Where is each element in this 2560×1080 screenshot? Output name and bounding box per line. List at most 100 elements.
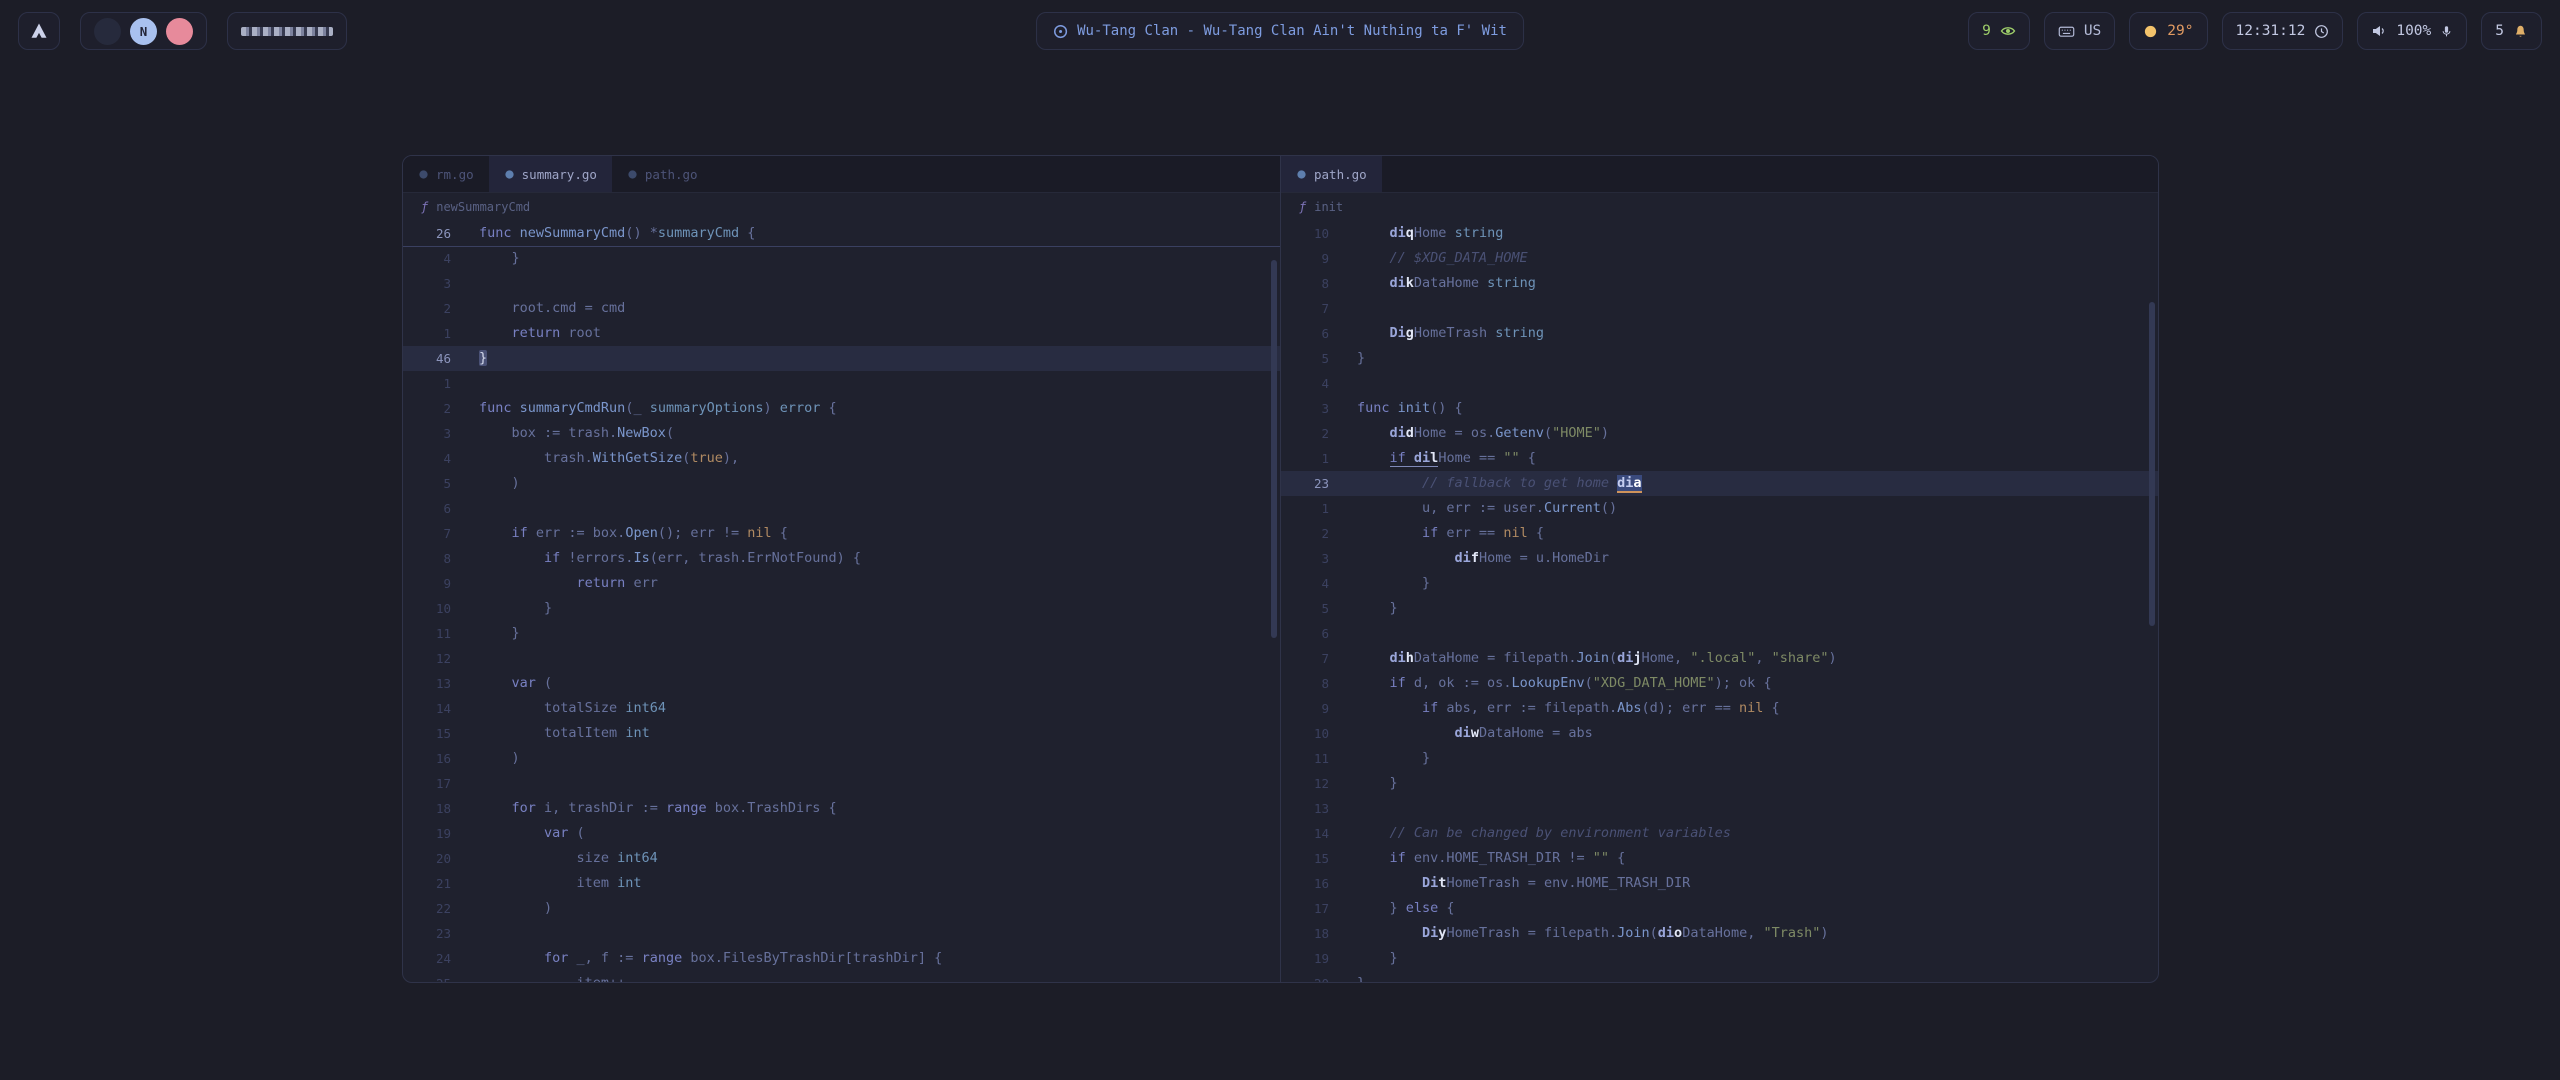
- code-line[interactable]: 4 }: [1281, 571, 2158, 596]
- music-disc-icon: [1053, 24, 1068, 39]
- weather-widget[interactable]: 29°: [2129, 12, 2207, 50]
- scrollbar[interactable]: [1271, 260, 1277, 638]
- code-line[interactable]: 7 dihDataHome = filepath.Join(dijHome, "…: [1281, 646, 2158, 671]
- code-text: box := trash.NewBox(: [479, 421, 674, 446]
- tab-summary.go[interactable]: summary.go: [489, 156, 612, 192]
- code-line[interactable]: 9 // $XDG_DATA_HOME: [1281, 246, 2158, 271]
- code-line[interactable]: 7 if err := box.Open(); err != nil {: [403, 521, 1280, 546]
- code-line[interactable]: 7: [1281, 296, 2158, 321]
- code-line[interactable]: 14 // Can be changed by environment vari…: [1281, 821, 2158, 846]
- code-line[interactable]: 8 dikDataHome string: [1281, 271, 2158, 296]
- code-line[interactable]: 1 return root: [403, 321, 1280, 346]
- code-line[interactable]: 2func summaryCmdRun(_ summaryOptions) er…: [403, 396, 1280, 421]
- code-line[interactable]: 2 if err == nil {: [1281, 521, 2158, 546]
- now-playing-widget[interactable]: Wu-Tang Clan - Wu-Tang Clan Ain't Nuthin…: [1036, 12, 1524, 50]
- code-line[interactable]: 22 ): [403, 896, 1280, 921]
- code-text: if !errors.Is(err, trash.ErrNotFound) {: [479, 546, 861, 571]
- window-title-widget[interactable]: [227, 12, 347, 50]
- code-text: // fallback to get home dia: [1357, 471, 1642, 496]
- code-line[interactable]: 2 didHome = os.Getenv("HOME"): [1281, 421, 2158, 446]
- code-line[interactable]: 6: [1281, 621, 2158, 646]
- line-number: 11: [403, 621, 451, 646]
- line-number: 9: [1281, 696, 1329, 721]
- code-line[interactable]: 24 for _, f := range box.FilesByTrashDir…: [403, 946, 1280, 971]
- code-line[interactable]: 5 ): [403, 471, 1280, 496]
- code-line[interactable]: 5}: [1281, 346, 2158, 371]
- code-line[interactable]: 23: [403, 921, 1280, 946]
- code-line[interactable]: 1 u, err := user.Current(): [1281, 496, 2158, 521]
- line-number: 8: [1281, 271, 1329, 296]
- code-line[interactable]: 19 }: [1281, 946, 2158, 971]
- volume-widget[interactable]: 100%: [2357, 12, 2467, 50]
- code-area[interactable]: 26func newSummaryCmd() *summaryCmd {4 }3…: [403, 221, 1280, 982]
- workspace-indicator-2[interactable]: N: [130, 18, 157, 45]
- code-line[interactable]: 3 difHome = u.HomeDir: [1281, 546, 2158, 571]
- code-line[interactable]: 19 var (: [403, 821, 1280, 846]
- code-line[interactable]: 3func init() {: [1281, 396, 2158, 421]
- code-area[interactable]: 10 diqHome string9 // $XDG_DATA_HOME8 di…: [1281, 221, 2158, 982]
- tab-path.go[interactable]: path.go: [612, 156, 713, 192]
- code-line[interactable]: 20}: [1281, 971, 2158, 982]
- code-line[interactable]: 12: [403, 646, 1280, 671]
- code-line[interactable]: 25 item++: [403, 971, 1280, 982]
- breadcrumb: ƒ newSummaryCmd: [403, 193, 1280, 221]
- code-line[interactable]: 18 DiyHomeTrash = filepath.Join(dioDataH…: [1281, 921, 2158, 946]
- code-line[interactable]: 4 trash.WithGetSize(true),: [403, 446, 1280, 471]
- code-line[interactable]: 12 }: [1281, 771, 2158, 796]
- code-line[interactable]: 13 var (: [403, 671, 1280, 696]
- code-line[interactable]: 5 }: [1281, 596, 2158, 621]
- code-line[interactable]: 3: [403, 271, 1280, 296]
- code-line[interactable]: 6 DigHomeTrash string: [1281, 321, 2158, 346]
- code-line[interactable]: 21 item int: [403, 871, 1280, 896]
- code-line[interactable]: 3 box := trash.NewBox(: [403, 421, 1280, 446]
- code-line[interactable]: 13: [1281, 796, 2158, 821]
- line-number: 14: [403, 696, 451, 721]
- code-line[interactable]: 23 // fallback to get home dia: [1281, 471, 2158, 496]
- code-line[interactable]: 2 root.cmd = cmd: [403, 296, 1280, 321]
- code-line[interactable]: 17 } else {: [1281, 896, 2158, 921]
- line-number: 4: [403, 246, 451, 271]
- line-number: 5: [1281, 596, 1329, 621]
- code-line[interactable]: 10 }: [403, 596, 1280, 621]
- code-line[interactable]: 18 for i, trashDir := range box.TrashDir…: [403, 796, 1280, 821]
- line-number: 4: [1281, 371, 1329, 396]
- code-line[interactable]: 4 }: [403, 246, 1280, 271]
- top-bar: N Wu-Tang Clan - Wu-Tang Clan Ain't Nuth…: [0, 0, 2560, 64]
- code-line[interactable]: 11 }: [1281, 746, 2158, 771]
- code-line[interactable]: 17: [403, 771, 1280, 796]
- code-text: if abs, err := filepath.Abs(d); err == n…: [1357, 696, 1780, 721]
- line-number: 2: [1281, 421, 1329, 446]
- watcher-widget[interactable]: 9: [1968, 12, 2030, 50]
- scrollbar[interactable]: [2149, 302, 2155, 626]
- code-line[interactable]: 4: [1281, 371, 2158, 396]
- workspace-indicator-3[interactable]: [166, 18, 193, 45]
- code-line[interactable]: 16 DitHomeTrash = env.HOME_TRASH_DIR: [1281, 871, 2158, 896]
- code-line[interactable]: 1 if dilHome == "" {: [1281, 446, 2158, 471]
- code-line[interactable]: 9 return err: [403, 571, 1280, 596]
- microphone-icon: [2440, 24, 2453, 39]
- code-line[interactable]: 14 totalSize int64: [403, 696, 1280, 721]
- code-line[interactable]: 6: [403, 496, 1280, 521]
- tab-path.go[interactable]: path.go: [1281, 156, 1382, 192]
- keyboard-layout-widget[interactable]: US: [2044, 12, 2115, 50]
- code-line[interactable]: 10 diwDataHome = abs: [1281, 721, 2158, 746]
- tab-rm.go[interactable]: rm.go: [403, 156, 489, 192]
- code-line[interactable]: 8 if !errors.Is(err, trash.ErrNotFound) …: [403, 546, 1280, 571]
- code-line[interactable]: 9 if abs, err := filepath.Abs(d); err ==…: [1281, 696, 2158, 721]
- code-line[interactable]: 20 size int64: [403, 846, 1280, 871]
- code-line[interactable]: 8 if d, ok := os.LookupEnv("XDG_DATA_HOM…: [1281, 671, 2158, 696]
- clock-widget[interactable]: 12:31:12: [2222, 12, 2344, 50]
- code-line[interactable]: 15 if env.HOME_TRASH_DIR != "" {: [1281, 846, 2158, 871]
- code-line[interactable]: 16 ): [403, 746, 1280, 771]
- launcher-button[interactable]: [18, 12, 60, 50]
- code-line[interactable]: 15 totalItem int: [403, 721, 1280, 746]
- code-line[interactable]: 10 diqHome string: [1281, 221, 2158, 246]
- notifications-widget[interactable]: 5: [2481, 12, 2542, 50]
- code-line[interactable]: 1: [403, 371, 1280, 396]
- code-text: if d, ok := os.LookupEnv("XDG_DATA_HOME"…: [1357, 671, 1772, 696]
- line-number: 22: [403, 896, 451, 921]
- code-line[interactable]: 11 }: [403, 621, 1280, 646]
- context-line[interactable]: 26func newSummaryCmd() *summaryCmd {: [403, 221, 1280, 246]
- code-line[interactable]: 46}: [403, 346, 1280, 371]
- workspace-indicator-1[interactable]: [94, 18, 121, 45]
